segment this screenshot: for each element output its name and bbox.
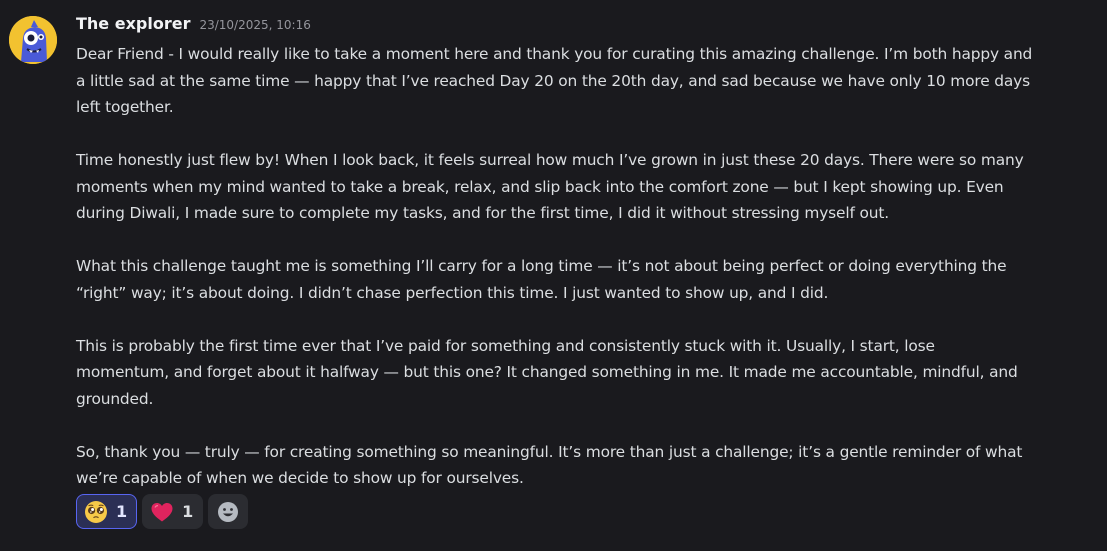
message-line: This is probably the first time ever tha… bbox=[76, 336, 935, 355]
message-line: a little sad at the same time — happy th… bbox=[76, 71, 1030, 90]
user-avatar[interactable] bbox=[9, 16, 57, 64]
reaction-count: 1 bbox=[116, 502, 128, 521]
message-line: during Diwali, I made sure to complete m… bbox=[76, 204, 889, 222]
author-name[interactable]: The explorer bbox=[76, 14, 190, 33]
add-reaction-smiley-icon bbox=[218, 501, 239, 522]
message-line: Time honestly just flew by! When I look … bbox=[76, 151, 1024, 169]
message-timestamp: 23/10/2025, 10:16 bbox=[199, 18, 311, 32]
message-paragraph: This is probably the first time ever tha… bbox=[76, 333, 1091, 413]
message-line: Dear Friend - I would really like to tak… bbox=[76, 45, 1033, 63]
message-line: we’re capable of when we decide to show … bbox=[76, 469, 524, 487]
message-body: Dear Friend - I would really like to tak… bbox=[76, 41, 1091, 492]
add-reaction-button[interactable] bbox=[208, 494, 249, 529]
message-line: grounded. bbox=[76, 389, 154, 408]
avatar-monster-icon bbox=[9, 16, 57, 64]
message-line: momentum, and forget about it halfway — … bbox=[76, 363, 1018, 381]
message-line: What this challenge taught me is somethi… bbox=[76, 257, 1007, 275]
message-paragraph: Dear Friend - I would really like to tak… bbox=[76, 41, 1091, 121]
chat-message: The explorer 23/10/2025, 10:16 Dear Frie… bbox=[0, 0, 1107, 551]
message-line: left together. bbox=[76, 98, 174, 116]
message-paragraph: So, thank you — truly — for creating som… bbox=[76, 439, 1091, 492]
reactions-bar: 1 1 bbox=[76, 494, 249, 529]
message-paragraph: Time honestly just flew by! When I look … bbox=[76, 147, 1091, 227]
red-heart-emoji-icon bbox=[151, 502, 173, 521]
message-header: The explorer 23/10/2025, 10:16 bbox=[76, 14, 1091, 40]
message-line: moments when my mind wanted to take a br… bbox=[76, 177, 1004, 196]
message-line: “right” way; it’s about doing. I didn’t … bbox=[76, 283, 829, 302]
reaction-red-heart[interactable]: 1 bbox=[142, 494, 204, 529]
message-paragraph: What this challenge taught me is somethi… bbox=[76, 253, 1091, 306]
reaction-pleading-face[interactable]: 1 bbox=[76, 494, 138, 529]
pleading-face-emoji-icon bbox=[85, 500, 107, 523]
message-line: So, thank you — truly — for creating som… bbox=[76, 442, 1023, 461]
message-content: The explorer 23/10/2025, 10:16 Dear Frie… bbox=[76, 14, 1091, 492]
reaction-count: 1 bbox=[182, 502, 194, 521]
